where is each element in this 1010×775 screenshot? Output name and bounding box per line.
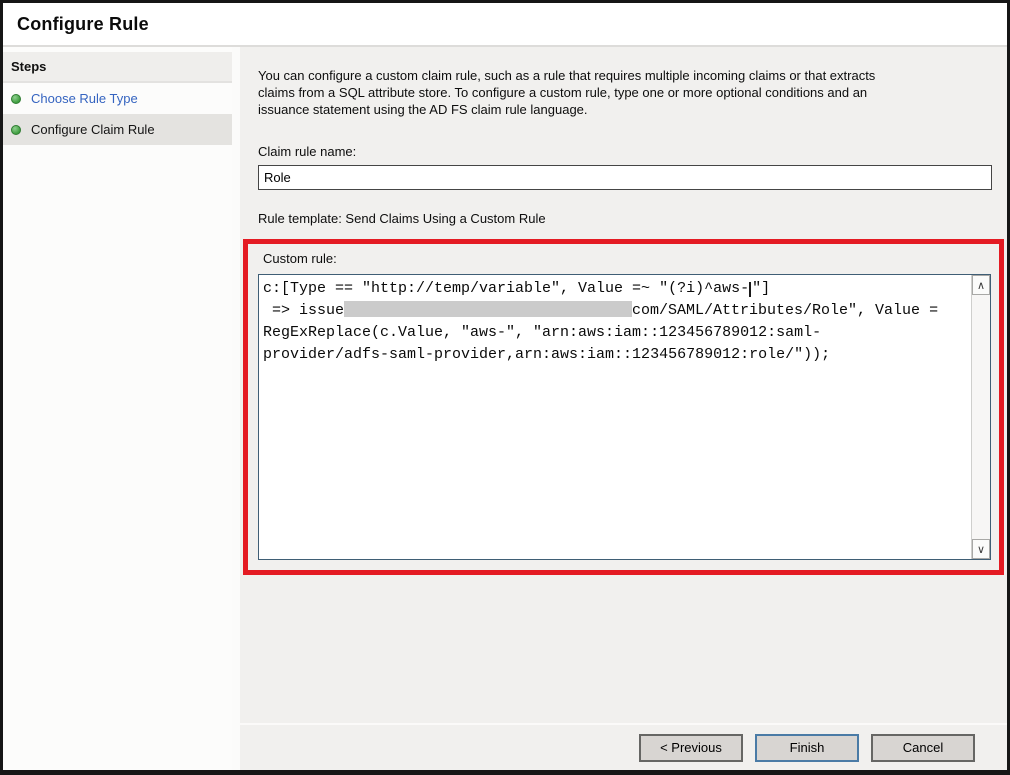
step-label: Configure Claim Rule bbox=[31, 122, 155, 137]
custom-rule-code[interactable]: c:[Type == "http://temp/variable", Value… bbox=[259, 275, 971, 559]
page-title: Configure Rule bbox=[17, 14, 149, 35]
sidebar-divider bbox=[232, 47, 240, 770]
wizard-title-bar: Configure Rule bbox=[3, 3, 1007, 47]
wizard-footer: < Previous Finish Cancel bbox=[240, 723, 1007, 770]
step-complete-icon bbox=[11, 125, 21, 135]
configure-rule-window: Configure Rule Steps Choose Rule Type Co… bbox=[0, 0, 1010, 775]
steps-sidebar: Steps Choose Rule Type Configure Claim R… bbox=[3, 47, 232, 770]
rule-template-text: Rule template: Send Claims Using a Custo… bbox=[258, 211, 992, 226]
vertical-scrollbar[interactable]: ∧ ∨ bbox=[971, 275, 990, 559]
scroll-down-button[interactable]: ∨ bbox=[972, 539, 990, 559]
description-line: issuance statement using the AD FS claim… bbox=[258, 101, 992, 118]
sidebar-item-configure-claim-rule[interactable]: Configure Claim Rule bbox=[3, 114, 232, 145]
chevron-down-icon: ∨ bbox=[977, 544, 985, 555]
main-column: You can configure a custom claim rule, s… bbox=[240, 47, 1007, 770]
cancel-button[interactable]: Cancel bbox=[871, 734, 975, 762]
claim-rule-name-input[interactable] bbox=[258, 165, 992, 190]
scroll-up-button[interactable]: ∧ bbox=[972, 275, 990, 295]
custom-rule-textarea[interactable]: c:[Type == "http://temp/variable", Value… bbox=[258, 274, 991, 560]
steps-header: Steps bbox=[3, 52, 232, 83]
code-text: "] bbox=[752, 280, 770, 297]
claim-rule-name-label: Claim rule name: bbox=[258, 144, 992, 159]
chevron-up-icon: ∧ bbox=[977, 280, 985, 291]
previous-button[interactable]: < Previous bbox=[639, 734, 743, 762]
code-line-2: => issue com/SAML/Attributes/Role", Value… bbox=[263, 300, 969, 322]
custom-rule-label: Custom rule: bbox=[263, 251, 991, 266]
code-line-4: provider/adfs-saml-provider,arn:aws:iam:… bbox=[263, 344, 969, 366]
step-label: Choose Rule Type bbox=[31, 91, 138, 106]
scrollbar-track[interactable] bbox=[972, 295, 990, 539]
description-line: You can configure a custom claim rule, s… bbox=[258, 67, 992, 84]
annotation-highlight-box: Custom rule: c:[Type == "http://temp/var… bbox=[243, 239, 1004, 575]
code-text: com/SAML/Attributes/Role", Value = bbox=[632, 302, 938, 319]
text-cursor bbox=[749, 282, 751, 297]
finish-button[interactable]: Finish bbox=[755, 734, 859, 762]
sidebar-item-choose-rule-type[interactable]: Choose Rule Type bbox=[3, 83, 232, 114]
wizard-body: Steps Choose Rule Type Configure Claim R… bbox=[3, 47, 1007, 770]
rule-description-text: You can configure a custom claim rule, s… bbox=[258, 67, 992, 118]
step-complete-icon bbox=[11, 94, 21, 104]
code-line-1: c:[Type == "http://temp/variable", Value… bbox=[263, 278, 969, 300]
redacted-text-blur bbox=[344, 301, 632, 317]
main-content: You can configure a custom claim rule, s… bbox=[240, 47, 1007, 723]
code-line-3: RegExReplace(c.Value, "aws-", "arn:aws:i… bbox=[263, 322, 969, 344]
description-line: claims from a SQL attribute store. To co… bbox=[258, 84, 992, 101]
code-text: => issue bbox=[263, 302, 344, 319]
code-text: c:[Type == "http://temp/variable", Value… bbox=[263, 280, 749, 297]
